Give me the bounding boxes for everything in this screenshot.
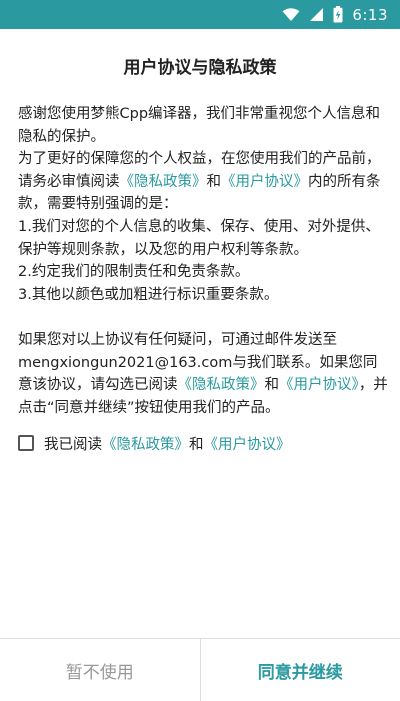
privacy-policy-link[interactable]: 《隐私政策》: [120, 174, 207, 190]
status-time: 6:13: [352, 6, 388, 24]
status-icons: 6:13: [282, 0, 388, 29]
list-item: 2.约定我们的限制责任和免责条款。: [18, 261, 388, 284]
reminder-paragraph: 为了更好的保障您的个人权益，在您使用我们的产品前，请务必审慎阅读《隐私政策》和《…: [18, 148, 388, 216]
intro-paragraph: 感谢您使用梦熊Cpp编译器，我们非常重视您个人信息和隐私的保护。: [18, 103, 388, 148]
user-agreement-link[interactable]: 《用户协议》: [204, 433, 291, 454]
agree-prefix: 我已阅读: [44, 433, 102, 454]
footer-buttons: 暂不使用 同意并继续: [0, 638, 400, 701]
decline-button[interactable]: 暂不使用: [0, 639, 201, 701]
user-agreement-link[interactable]: 《用户协议》: [221, 174, 308, 190]
privacy-policy-link[interactable]: 《隐私政策》: [102, 433, 189, 454]
list-item: 1.我们对您的个人信息的收集、保存、使用、对外提供、保护等规则条款，以及您的用户…: [18, 216, 388, 261]
list-item: 3.其他以颜色或加粗进行标识重要条款。: [18, 284, 388, 307]
agree-row[interactable]: 我已阅读《隐私政策》和《用户协议》: [18, 431, 291, 455]
accept-button[interactable]: 同意并继续: [201, 639, 400, 701]
signal-icon: [309, 7, 324, 22]
and-text: 和: [207, 174, 222, 190]
battery-charging-icon: [333, 6, 343, 23]
dialog-title: 用户协议与隐私政策: [0, 53, 400, 78]
user-agreement-link[interactable]: 《用户协议》: [279, 377, 359, 393]
agreement-content: 感谢您使用梦熊Cpp编译器，我们非常重视您个人信息和隐私的保护。 为了更好的保障…: [18, 103, 388, 419]
wifi-icon: [282, 8, 300, 22]
agree-checkbox[interactable]: [18, 435, 34, 451]
and-text: 和: [265, 377, 280, 393]
status-bar: 6:13: [0, 0, 400, 29]
contact-paragraph: 如果您对以上协议有任何疑问，可通过邮件发送至mengxiongun2021@16…: [18, 329, 388, 419]
privacy-policy-link[interactable]: 《隐私政策》: [178, 377, 265, 393]
and-text: 和: [189, 433, 204, 454]
